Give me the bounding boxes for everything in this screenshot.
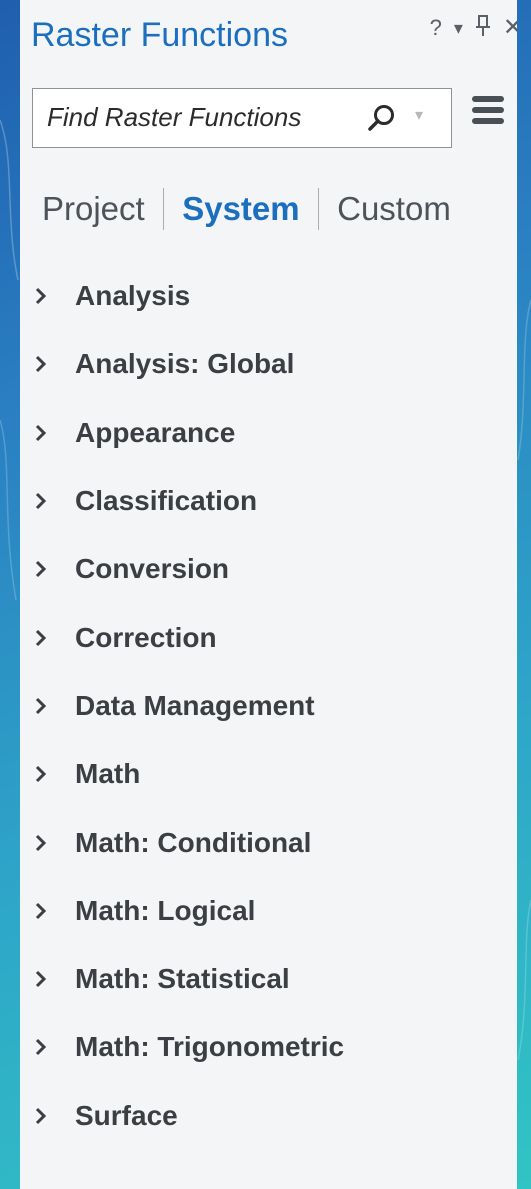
tree-item-label: Correction <box>75 621 217 653</box>
tree-item-analysis[interactable]: Analysis <box>20 262 517 330</box>
pane-title-bar: Raster Functions ? ▾ ✕ <box>20 0 517 78</box>
tab-system[interactable]: System <box>182 190 299 228</box>
tree-item-label: Math: Statistical <box>75 963 290 995</box>
tree-item-data-management[interactable]: Data Management <box>20 672 517 740</box>
pane-title-buttons: ? ▾ ✕ <box>430 14 517 42</box>
chevron-right-icon[interactable] <box>34 902 48 920</box>
tab-project[interactable]: Project <box>42 190 145 228</box>
tree-item-label: Math <box>75 758 141 790</box>
tab-custom[interactable]: Custom <box>337 190 451 228</box>
tree-item-label: Math: Conditional <box>75 826 312 858</box>
tree-item-correction[interactable]: Correction <box>20 603 517 671</box>
tree-item-surface[interactable]: Surface <box>20 1082 517 1150</box>
tree-item-label: Classification <box>75 485 258 517</box>
search-options-chevron-down-icon[interactable]: ▾ <box>415 105 423 125</box>
tree-item-label: Surface <box>75 1099 178 1131</box>
chevron-right-icon[interactable] <box>34 629 48 647</box>
chevron-right-icon[interactable] <box>34 287 48 305</box>
search-input[interactable] <box>33 89 351 146</box>
chevron-right-icon[interactable] <box>34 834 48 852</box>
help-icon[interactable]: ? <box>430 17 442 39</box>
chevron-right-icon[interactable] <box>34 765 48 783</box>
search-box: ▾ <box>32 88 452 148</box>
tree-item-math-logical[interactable]: Math: Logical <box>20 877 517 945</box>
raster-functions-pane: Raster Functions ? ▾ ✕ ▾ <box>20 0 517 1189</box>
tree-item-label: Analysis <box>75 280 191 312</box>
chevron-right-icon[interactable] <box>34 560 48 578</box>
function-category-tree: Analysis Analysis: Global Appearance Cla… <box>20 262 517 1150</box>
search-row: ▾ <box>32 86 517 150</box>
chevron-right-icon[interactable] <box>34 355 48 373</box>
tree-item-math-conditional[interactable]: Math: Conditional <box>20 808 517 876</box>
tree-item-math-trigonometric[interactable]: Math: Trigonometric <box>20 1013 517 1081</box>
tab-divider <box>317 188 320 230</box>
tree-item-label: Math: Trigonometric <box>75 1031 345 1063</box>
tree-item-label: Analysis: Global <box>75 348 295 380</box>
hamburger-menu-icon[interactable] <box>472 96 504 126</box>
tree-item-math[interactable]: Math <box>20 740 517 808</box>
chevron-right-icon[interactable] <box>34 492 48 510</box>
category-tabs: Project System Custom <box>42 188 451 230</box>
pane-title: Raster Functions <box>31 16 288 54</box>
tree-item-label: Math: Logical <box>75 894 256 926</box>
tree-item-label: Appearance <box>75 416 236 448</box>
tree-item-math-statistical[interactable]: Math: Statistical <box>20 945 517 1013</box>
tree-item-label: Conversion <box>75 553 230 585</box>
search-icon[interactable] <box>365 102 399 136</box>
tree-item-label: Data Management <box>75 689 315 721</box>
tree-item-appearance[interactable]: Appearance <box>20 399 517 467</box>
chevron-right-icon[interactable] <box>34 424 48 442</box>
chevron-right-icon[interactable] <box>34 1038 48 1056</box>
tree-item-classification[interactable]: Classification <box>20 467 517 535</box>
pin-icon[interactable] <box>475 14 491 42</box>
pane-options-chevron-down-icon[interactable]: ▾ <box>454 19 463 37</box>
chevron-right-icon[interactable] <box>34 1107 48 1125</box>
tree-item-conversion[interactable]: Conversion <box>20 535 517 603</box>
chevron-right-icon[interactable] <box>34 970 48 988</box>
close-icon[interactable]: ✕ <box>503 16 517 40</box>
chevron-right-icon[interactable] <box>34 697 48 715</box>
tab-divider <box>162 188 165 230</box>
tree-item-analysis-global[interactable]: Analysis: Global <box>20 330 517 398</box>
